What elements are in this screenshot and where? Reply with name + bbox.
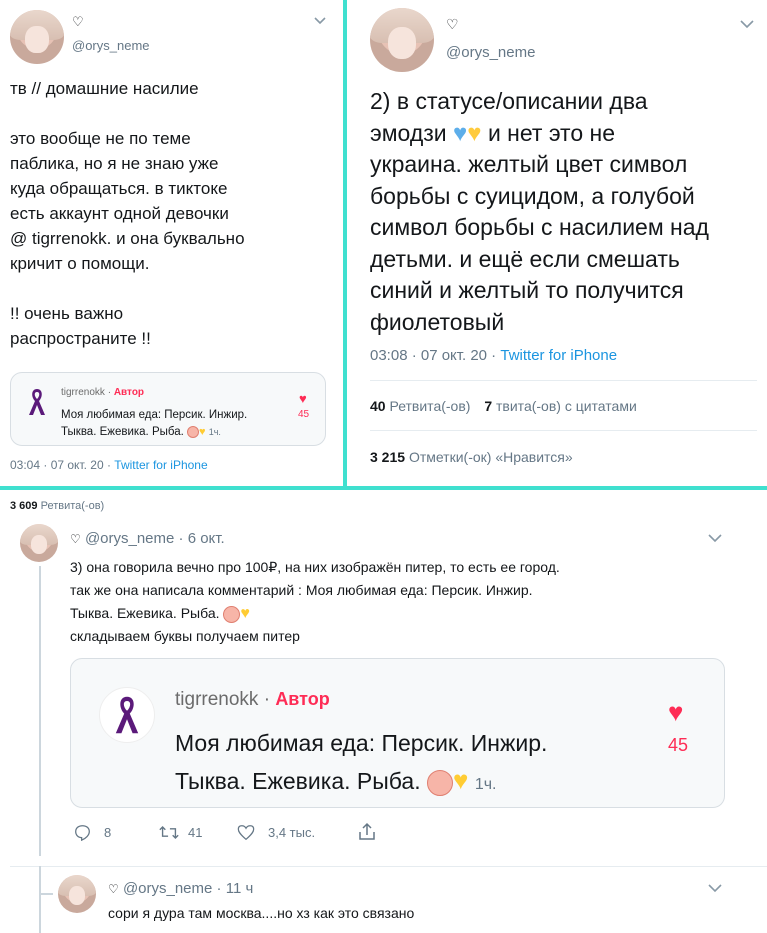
reply-button[interactable]: 8 (74, 824, 111, 844)
tweet-text: сори я дура там москва....но хз как это … (108, 905, 415, 921)
handle[interactable]: @orys_neme (446, 44, 535, 61)
handle[interactable]: @orys_neme (123, 880, 212, 897)
avatar[interactable] (20, 524, 58, 562)
yellow-heart-icon: ♥ (452, 765, 469, 795)
ribbon-icon (29, 389, 45, 415)
display-name[interactable]: ♡ (446, 16, 459, 33)
tweet-meta: 03:04 · 07 окт. 20 · Twitter for iPhone (10, 458, 208, 472)
chevron-down-icon[interactable] (708, 880, 722, 896)
retweet-icon (159, 826, 179, 839)
avatar[interactable] (370, 8, 434, 72)
tweet-text: тв // домашние насилие это вообще не по … (10, 79, 245, 348)
card-author: tigrrenokk (175, 689, 259, 710)
divider (370, 430, 757, 431)
quote-stat[interactable]: 7 твита(-ов) с цитатами (484, 398, 636, 414)
engagement-stats: 40 Ретвита(-ов) 7 твита(-ов) с цитатами (370, 398, 637, 414)
tweet-meta: 03:08 · 07 окт. 20 · Twitter for iPhone (370, 347, 618, 364)
heart-icon (237, 825, 255, 841)
source-link[interactable]: Twitter for iPhone (500, 347, 617, 364)
retweet-button[interactable]: 41 (158, 824, 202, 844)
yellow-heart-icon: ♥ (467, 119, 482, 147)
yellow-heart-icon: ♥ (240, 605, 250, 622)
tiktok-comment-card[interactable]: tigrrenokk · Автор Моя любимая еда: Перс… (10, 372, 326, 446)
blush-emoji-icon (187, 425, 199, 438)
thread-line (39, 566, 41, 856)
retweet-count-strip: 3 609 Ретвита(-ов) (10, 500, 105, 512)
card-comment: Моя любимая еда: Персик. Инжир. Тыква. Е… (61, 409, 248, 438)
like-stat[interactable]: 3 215 Отметки(-ок) «Нравится» (370, 449, 573, 465)
tweet-header: ♡ @orys_neme · 6 окт. (70, 530, 225, 547)
handle[interactable]: @orys_neme (85, 530, 174, 547)
thread-line (39, 866, 41, 933)
ribbon-icon (115, 696, 139, 734)
tweet-text: 3) она говорила вечно про 100₽, на них и… (70, 559, 560, 644)
divider (10, 866, 767, 867)
handle[interactable]: @orys_neme (72, 38, 150, 53)
share-button[interactable] (358, 822, 376, 844)
source-link[interactable]: Twitter for iPhone (114, 458, 207, 472)
avatar[interactable] (10, 10, 64, 64)
thread-connector (39, 893, 53, 895)
author-badge: Автор (275, 689, 330, 709)
author-badge: Автор (113, 387, 145, 398)
card-comment: Моя любимая еда: Персик. Инжир. Тыква. Е… (175, 730, 548, 796)
blue-heart-icon: ♥ (453, 119, 468, 147)
tweet-date[interactable]: · 6 окт. (179, 530, 225, 547)
share-icon (359, 822, 375, 840)
display-name[interactable]: ♡ (108, 882, 119, 896)
like-button[interactable]: 3,4 тыс. (236, 824, 315, 844)
heart-icon: ♥ (668, 697, 684, 727)
chevron-down-icon[interactable] (314, 12, 326, 28)
display-name[interactable]: ♡ (72, 14, 84, 30)
divider (370, 380, 757, 381)
blush-emoji-icon (426, 769, 453, 796)
tweet-date[interactable]: · 11 ч (217, 880, 254, 897)
panel-divider-horizontal (0, 486, 767, 490)
tweet-text: 2) в статусе/описании два эмодзи ♥♥ и не… (370, 88, 709, 335)
card-like-count: 45 (298, 409, 310, 420)
blush-emoji-icon (223, 605, 241, 623)
card-like-count: 45 (668, 735, 689, 755)
retweet-stat[interactable]: 40 Ретвита(-ов) (370, 398, 470, 414)
heart-icon: ♥ (299, 391, 307, 406)
chevron-down-icon[interactable] (740, 16, 754, 32)
tweet-header: ♡ @orys_neme · 11 ч (108, 880, 253, 897)
tiktok-comment-card[interactable]: tigrrenokk · Автор Моя любимая еда: Перс… (70, 658, 725, 808)
reply-icon (75, 825, 90, 842)
yellow-heart-icon: ♥ (199, 426, 206, 438)
avatar (99, 687, 155, 743)
chevron-down-icon[interactable] (708, 530, 722, 546)
card-author: tigrrenokk (61, 387, 105, 398)
avatar[interactable] (58, 875, 96, 913)
display-name[interactable]: ♡ (70, 532, 81, 546)
panel-divider-vertical (343, 0, 347, 487)
